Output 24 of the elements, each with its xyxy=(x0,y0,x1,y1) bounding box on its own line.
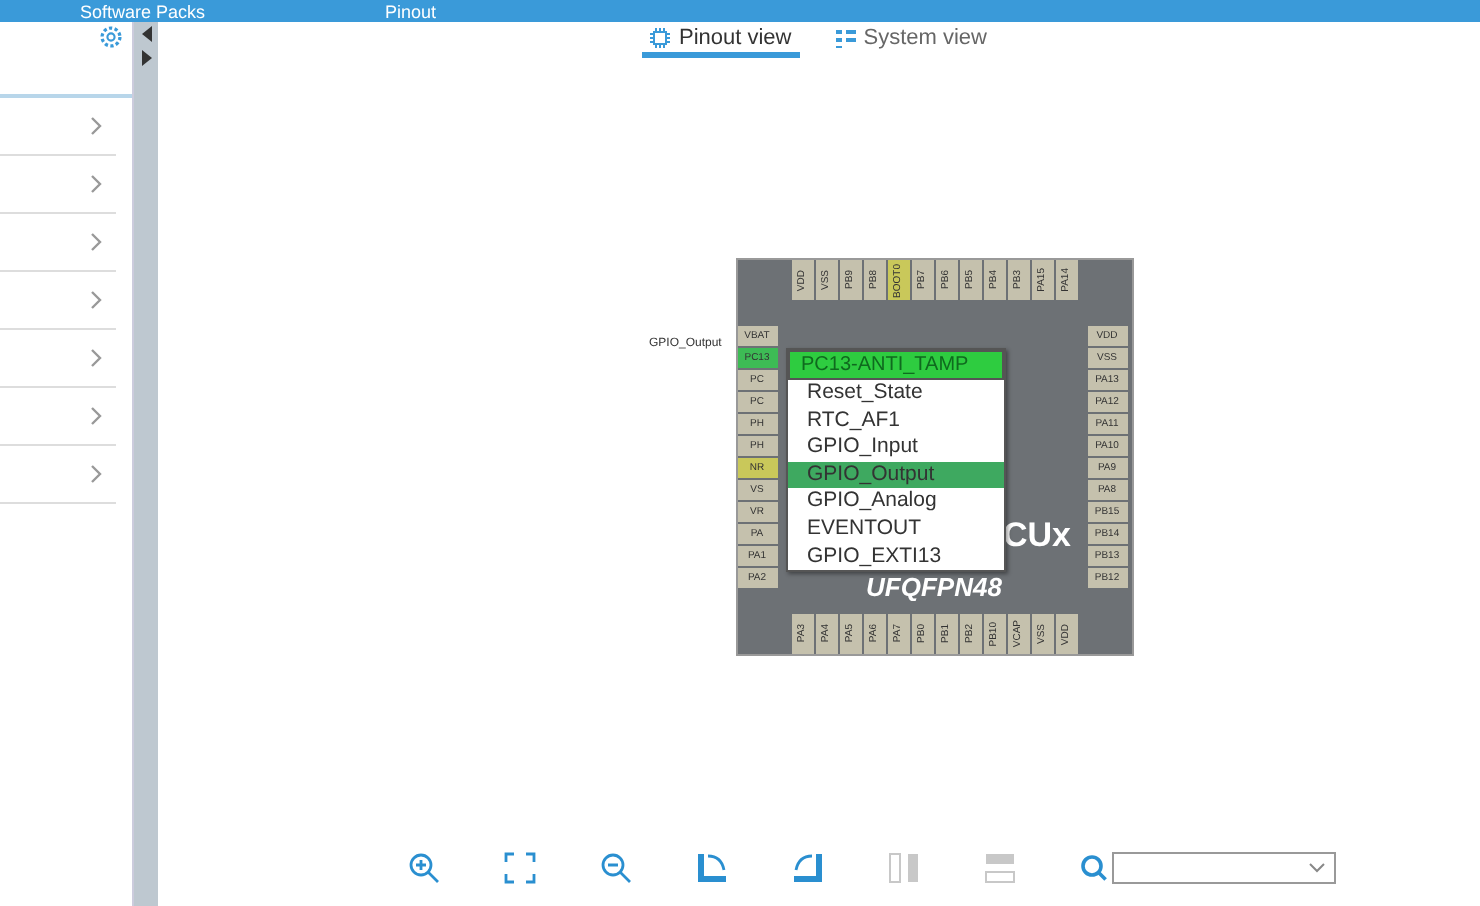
view-tab[interactable]: System view xyxy=(827,22,995,58)
list-icon xyxy=(835,27,856,47)
view-tab[interactable]: Pinout view xyxy=(642,22,800,58)
settings-icon[interactable] xyxy=(98,24,124,50)
menu-item[interactable]: GPIO_Output xyxy=(787,461,1003,489)
zoom-in-icon[interactable] xyxy=(408,852,440,884)
search-icon[interactable] xyxy=(1080,854,1108,882)
package-name: UFQFPN48 xyxy=(866,572,1002,602)
zoom-out-icon[interactable] xyxy=(600,852,632,884)
rotate-right-icon[interactable] xyxy=(696,852,728,884)
menu-item[interactable]: GPIO_EXTI13 xyxy=(787,543,1003,571)
fit-icon[interactable] xyxy=(504,852,536,884)
menu-item[interactable]: GPIO_Input xyxy=(787,434,1003,462)
search-combo[interactable] xyxy=(1112,852,1336,884)
menu-item[interactable]: EVENTOUT xyxy=(787,515,1003,544)
chip-name: CUx xyxy=(1002,516,1071,556)
collapse-arrows-icon[interactable] xyxy=(140,24,152,68)
menu-item[interactable]: RTC_AF1 xyxy=(787,407,1003,435)
rotate-left-icon[interactable] xyxy=(792,852,824,884)
chip-icon xyxy=(650,27,671,47)
menu-title: PC13-ANTI_TAMP xyxy=(787,350,1003,380)
menu-item[interactable]: Reset_State xyxy=(787,380,1003,408)
dropdown-caret-icon xyxy=(1308,862,1326,874)
menu-item[interactable]: GPIO_Analog xyxy=(787,488,1003,516)
